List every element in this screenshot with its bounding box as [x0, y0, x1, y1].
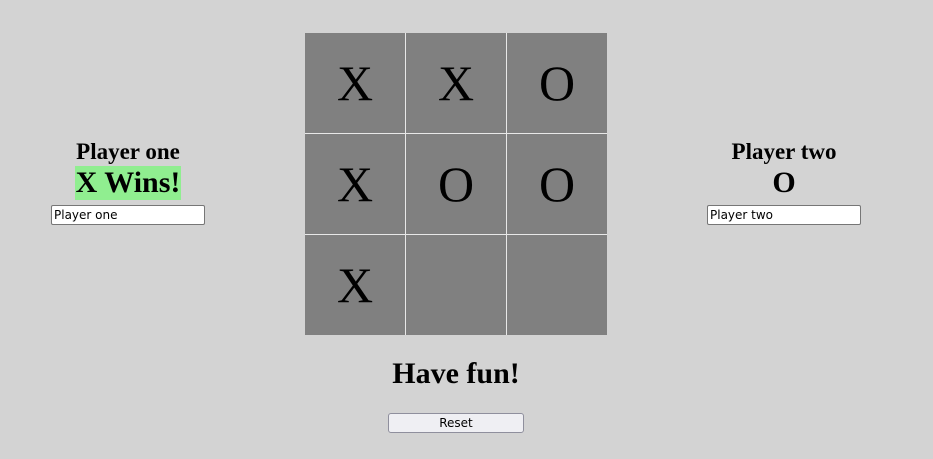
board-cell[interactable]: X — [305, 33, 405, 133]
board-cell[interactable]: O — [406, 134, 506, 234]
player-two-status: O — [772, 166, 796, 199]
board-cell[interactable] — [507, 235, 607, 335]
board-cell[interactable]: X — [305, 235, 405, 335]
player-one-name: Player one — [76, 139, 180, 164]
board-cell[interactable]: O — [507, 134, 607, 234]
player-two-name: Player two — [731, 139, 837, 164]
board-cell[interactable]: O — [507, 33, 607, 133]
reset-button[interactable]: Reset — [388, 413, 524, 433]
player-one-name-input[interactable] — [51, 205, 205, 225]
board-cell[interactable]: X — [305, 134, 405, 234]
board-cell[interactable] — [406, 235, 506, 335]
player-two-name-input[interactable] — [707, 205, 861, 225]
player-one-panel: Player one X Wins! — [51, 138, 205, 225]
board-cell[interactable]: X — [406, 33, 506, 133]
player-one-status: X Wins! — [74, 166, 182, 200]
game-board: X X O X O O X — [305, 33, 607, 335]
player-two-panel: Player two O — [707, 138, 861, 225]
game-message: Have fun! — [392, 357, 520, 390]
